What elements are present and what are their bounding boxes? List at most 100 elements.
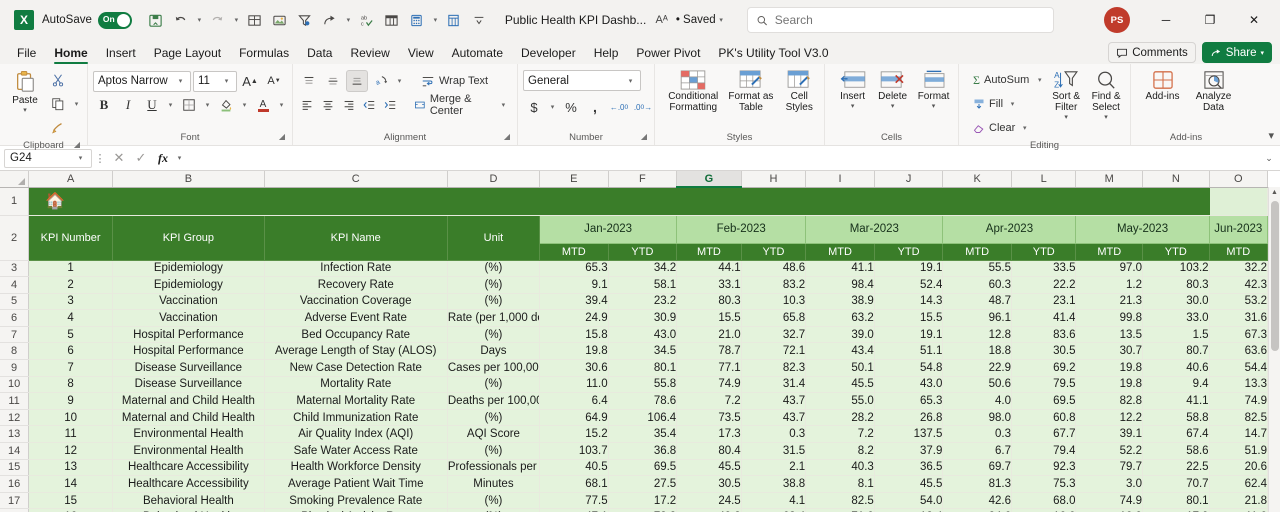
cell-value[interactable]: 106.4 [608,409,678,427]
format-as-table-button[interactable]: Format as Table [726,67,775,113]
decrease-font-size-button[interactable]: A ▼ [263,70,285,92]
fill-color-dropdown-icon[interactable]: ▾ [239,101,250,109]
column-header-F[interactable]: F [608,171,678,188]
calculator-icon[interactable] [405,8,429,32]
cell-value[interactable]: 1.2 [1075,276,1144,294]
cell-unit[interactable]: (%) [447,376,541,394]
cell-value[interactable]: 40.5 [539,459,609,477]
cell-value[interactable]: 68.0 [1011,492,1077,510]
row-header-4[interactable]: 4 [0,276,30,294]
confirm-entry-icon[interactable]: ✓ [130,150,152,166]
cell-value[interactable]: 48.7 [942,293,1012,311]
cell-value[interactable]: 14.3 [874,293,944,311]
comma-format-button[interactable]: , [584,96,606,118]
cell-value[interactable]: 15.8 [539,326,609,344]
cell-value[interactable]: 40.6 [1142,359,1210,377]
cell-value[interactable]: 52.2 [1075,442,1144,460]
cell-value[interactable]: 0.3 [741,425,807,444]
cell-value[interactable]: 77.1 [676,359,742,377]
cell-value[interactable]: 69.5 [608,459,678,477]
cell-value[interactable]: 39.0 [805,326,875,344]
align-center-button[interactable] [319,94,338,116]
cell-value[interactable]: 80.1 [608,359,678,377]
cell-unit[interactable]: (%) [447,442,541,460]
cell-value[interactable]: 10.3 [741,293,807,311]
cell-kpi-number[interactable]: 4 [28,309,114,327]
cell-value[interactable]: 45.5 [805,376,875,394]
cell-value[interactable]: 54.0 [874,492,944,510]
cell-value[interactable]: 79.5 [1011,376,1077,394]
cell-kpi-number[interactable]: 3 [28,293,114,311]
underline-dropdown-icon[interactable]: ▾ [165,101,176,109]
align-left-button[interactable] [298,94,317,116]
insert-dropdown-icon[interactable]: ▾ [851,102,855,110]
underline-button[interactable]: U [141,94,163,116]
cell-value[interactable]: 48.6 [741,260,807,278]
cell-value[interactable]: 15.5 [676,309,742,327]
sort-filter-dropdown-icon[interactable]: ▾ [1064,113,1068,121]
format-painter-button[interactable] [47,117,69,139]
cell-value[interactable]: 4.0 [942,392,1012,410]
cell-unit[interactable]: Cases per 100,000 [447,359,541,377]
redo-icon[interactable] [206,8,230,32]
cell-value[interactable]: 37.9 [874,442,944,460]
close-button[interactable]: ✕ [1232,4,1276,36]
cell-value[interactable]: 30.0 [1142,293,1210,311]
cell-value[interactable]: 82.3 [741,359,807,377]
column-header-I[interactable]: I [805,171,875,188]
cell-unit[interactable]: Rate (per 1,000 doses) [447,309,541,327]
cell-value[interactable]: 36.8 [608,442,678,460]
row-header-10[interactable]: 10 [0,376,30,394]
cell-value[interactable]: 43.7 [741,392,807,410]
spelling-icon[interactable]: ab c [355,8,379,32]
cell-value[interactable]: 3.0 [1075,475,1144,493]
cell-value[interactable]: 31.5 [741,442,807,460]
number-format-select[interactable]: General ▾ [523,70,641,91]
row-header-3[interactable]: 3 [0,260,30,278]
borders-dropdown-icon[interactable]: ▾ [202,101,213,109]
cell-value[interactable]: 50.6 [942,376,1012,394]
cell-value[interactable]: 9.1 [539,276,609,294]
cell-value[interactable]: 9.4 [1142,376,1210,394]
tab-power-pivot[interactable]: Power Pivot [627,42,709,64]
tab-file[interactable]: File [8,42,45,64]
row-header-7[interactable]: 7 [0,326,30,344]
row-header-5[interactable]: 5 [0,293,30,311]
number-dialog-launcher-icon[interactable]: ◢ [641,130,647,144]
tab-view[interactable]: View [399,42,443,64]
cell-value[interactable]: 19.8 [1075,376,1144,394]
cell-kpi-number[interactable]: 12 [28,442,114,460]
cell-value[interactable]: 69.2 [1011,359,1077,377]
cell-kpi-group[interactable]: Hospital Performance [112,326,265,344]
cell-value[interactable]: 43.4 [805,342,875,361]
cell-kpi-group[interactable]: Disease Surveillance [112,376,265,394]
cell-value[interactable]: 0.3 [942,425,1012,444]
cell-kpi-number[interactable]: 15 [28,492,114,510]
cell-value[interactable]: 69.7 [942,459,1012,477]
cell-value[interactable]: 30.6 [539,359,609,377]
cell-kpi-name[interactable]: Vaccination Coverage [264,293,448,311]
cell-value[interactable]: 103.2 [1142,260,1210,278]
cell-kpi-name[interactable]: Air Quality Index (AQI) [264,425,448,444]
cell-kpi-group[interactable]: Vaccination [112,293,265,311]
row-header-11[interactable]: 11 [0,392,30,410]
tab-help[interactable]: Help [585,42,628,64]
expand-formula-bar-icon[interactable]: ⌄ [1258,153,1280,164]
cell-kpi-name[interactable]: Mortality Rate [264,376,448,394]
cell-value[interactable]: 51.1 [874,342,944,361]
cell-value[interactable]: 81.3 [942,475,1012,493]
row-header-9[interactable]: 9 [0,359,30,377]
cell-value[interactable]: 67.7 [1011,425,1077,444]
cell-value[interactable]: 92.3 [1011,459,1077,477]
cell-value[interactable]: 78.6 [608,392,678,410]
cell-unit[interactable]: Days [447,342,541,361]
tab-page-layout[interactable]: Page Layout [145,42,230,64]
tab-review[interactable]: Review [341,42,398,64]
pivot-table-icon[interactable] [380,8,404,32]
cell-value[interactable]: 19.1 [874,260,944,278]
cell-value[interactable]: 99.8 [1075,309,1144,327]
column-header-O[interactable]: O [1209,171,1269,188]
cell-kpi-number[interactable]: 1 [28,260,114,278]
insert-function-icon[interactable]: fx [152,151,174,166]
delete-dropdown-icon[interactable]: ▾ [891,102,895,110]
